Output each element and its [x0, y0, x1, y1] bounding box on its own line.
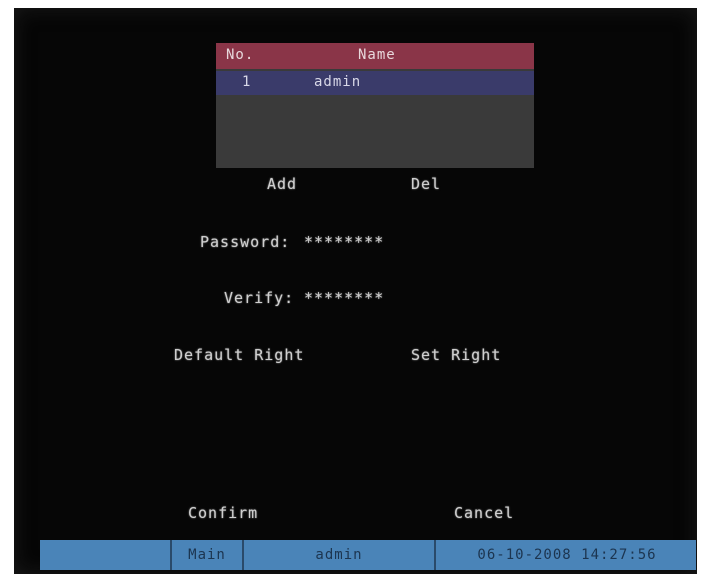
table-row[interactable]: 1 admin — [216, 71, 534, 95]
password-field[interactable]: ******** — [304, 233, 384, 251]
cancel-button[interactable]: Cancel — [454, 504, 514, 522]
confirm-button[interactable]: Confirm — [188, 504, 258, 522]
user-list-table: No. Name 1 admin — [216, 43, 534, 168]
status-menu-name: Main — [170, 540, 242, 570]
status-datetime: 06-10-2008 14:27:56 — [434, 540, 698, 570]
dvr-screen: No. Name 1 admin Add Del Password: *****… — [14, 8, 697, 574]
verify-label: Verify: — [224, 289, 295, 307]
add-button[interactable]: Add — [267, 175, 297, 193]
column-header-no: No. — [226, 47, 255, 63]
row-no: 1 — [242, 74, 252, 90]
password-label: Password: — [200, 233, 291, 251]
verify-field[interactable]: ******** — [304, 289, 384, 307]
column-header-name: Name — [358, 47, 396, 63]
status-bar: Main admin 06-10-2008 14:27:56 — [40, 540, 696, 570]
row-name: admin — [314, 74, 362, 90]
default-right-button[interactable]: Default Right — [174, 346, 304, 364]
set-right-button[interactable]: Set Right — [411, 346, 501, 364]
table-header: No. Name — [216, 43, 534, 69]
del-button[interactable]: Del — [411, 175, 441, 193]
status-user: admin — [242, 540, 434, 570]
